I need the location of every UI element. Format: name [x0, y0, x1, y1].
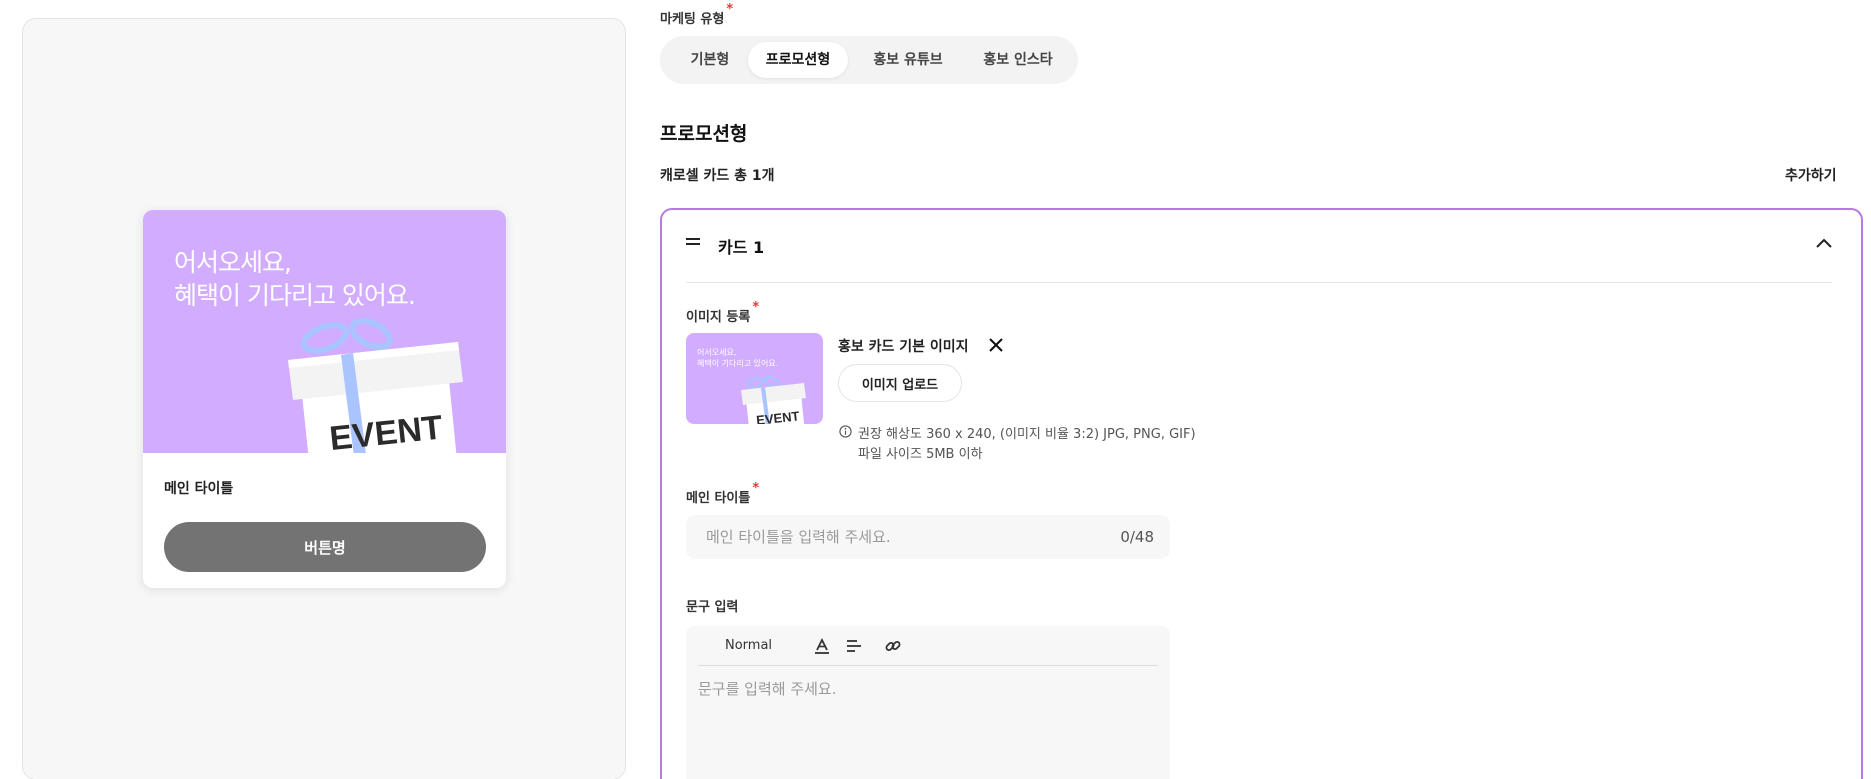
- image-hint-filesize: 파일 사이즈 5MB 이하: [858, 447, 983, 462]
- image-file-name: 홍보 카드 기본 이미지: [838, 339, 969, 355]
- drag-handle-icon[interactable]: [686, 237, 702, 247]
- carousel-card-panel: 카드 1 이미지 등록* 어서오세요, 혜택이 기다리고 있어요. EVENT …: [660, 208, 1863, 779]
- preview-panel: 어서오세요, 혜택이 기다리고 있어요. EVENT 메인 타이틀 버튼명: [22, 18, 626, 779]
- card-header-divider: [686, 282, 1832, 283]
- carousel-card-count: 캐로셀 카드 총 1개: [660, 168, 775, 184]
- marketing-type-label: 마케팅 유형*: [660, 2, 733, 27]
- image-upload-button[interactable]: 이미지 업로드: [838, 364, 962, 402]
- preview-cta-button[interactable]: 버튼명: [164, 522, 486, 572]
- main-title-label: 메인 타이틀*: [686, 481, 759, 506]
- main-title-input[interactable]: [686, 515, 1086, 559]
- text-input-label: 문구 입력: [686, 600, 739, 615]
- close-icon[interactable]: [987, 336, 1005, 354]
- card-title: 카드 1: [718, 238, 765, 257]
- image-hint-resolution: 권장 해상도 360 x 240, (이미지 비율 3:2) JPG, PNG,…: [858, 427, 1196, 442]
- thumbnail-gift-icon: EVENT: [741, 375, 806, 424]
- editor-toolbar: Normal: [698, 626, 1158, 666]
- marketing-type-basic[interactable]: 기본형: [674, 42, 746, 78]
- align-icon[interactable]: [845, 637, 863, 655]
- main-title-field: 0/48: [686, 515, 1170, 559]
- image-thumbnail: 어서오세요, 혜택이 기다리고 있어요. EVENT: [686, 333, 823, 424]
- text-format-select[interactable]: Normal: [725, 638, 772, 653]
- preview-main-title: 메인 타이틀: [164, 481, 234, 497]
- main-title-label-text: 메인 타이틀: [686, 491, 751, 506]
- section-title: 프로모션형: [660, 123, 748, 145]
- gift-box-icon: EVENT: [288, 317, 463, 453]
- image-register-label-text: 이미지 등록: [686, 310, 751, 325]
- required-mark: *: [752, 300, 760, 315]
- text-color-icon[interactable]: [813, 637, 831, 655]
- preview-banner-image: 어서오세요, 혜택이 기다리고 있어요. EVENT: [143, 210, 506, 453]
- add-card-button[interactable]: 추가하기: [1785, 165, 1837, 185]
- marketing-type-youtube[interactable]: 홍보 유튜브: [856, 42, 960, 78]
- marketing-type-instagram[interactable]: 홍보 인스타: [966, 42, 1070, 78]
- required-mark: *: [726, 2, 734, 17]
- marketing-type-label-text: 마케팅 유형: [660, 12, 725, 27]
- info-icon: [839, 425, 852, 438]
- main-title-char-counter: 0/48: [1120, 528, 1154, 546]
- text-editor-area[interactable]: 문구를 입력해 주세요.: [698, 678, 1158, 779]
- marketing-type-selector: 기본형 프로모션형 홍보 유튜브 홍보 인스타: [660, 36, 1078, 84]
- required-mark: *: [752, 481, 760, 496]
- chevron-up-icon[interactable]: [1814, 234, 1834, 254]
- image-register-label: 이미지 등록*: [686, 300, 759, 325]
- link-icon[interactable]: [884, 637, 902, 655]
- marketing-type-promotion[interactable]: 프로모션형: [748, 42, 848, 78]
- rich-text-editor: Normal 문구를 입력해 주세요.: [686, 626, 1170, 779]
- preview-card: 어서오세요, 혜택이 기다리고 있어요. EVENT 메인 타이틀 버튼명: [143, 210, 506, 588]
